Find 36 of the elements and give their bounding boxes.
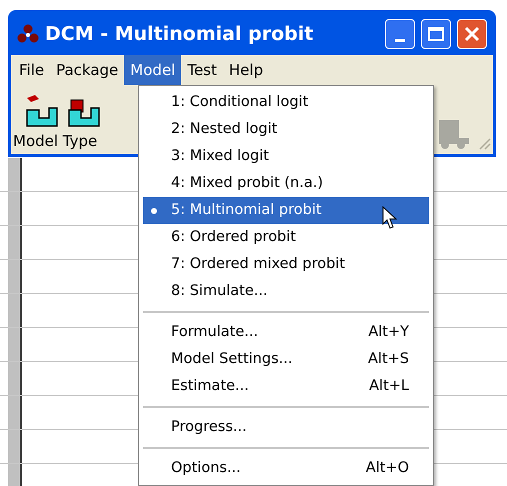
window-title: DCM - Multinomial probit [45, 22, 314, 47]
menu-item[interactable]: Model [124, 55, 182, 85]
row-header[interactable] [8, 226, 22, 259]
dropdown-item[interactable]: 3: Mixed logit [143, 143, 429, 170]
dropdown-item[interactable]: 1: Conditional logit [143, 89, 429, 116]
close-icon [464, 26, 480, 42]
dropdown-item[interactable]: Progress... [143, 414, 429, 441]
row-header[interactable] [8, 430, 22, 463]
row-header[interactable] [8, 260, 22, 293]
menu-item[interactable]: File [13, 55, 50, 85]
row-header[interactable] [8, 192, 22, 225]
row-header[interactable] [8, 294, 22, 327]
menu-item[interactable]: Package [50, 55, 124, 85]
row-header[interactable] [8, 328, 22, 361]
toolbar-label: Model Type [13, 130, 98, 152]
mouse-cursor-icon [382, 206, 398, 230]
row-header[interactable] [8, 396, 22, 429]
dropdown-item[interactable]: 5: Multinomial probit [143, 197, 429, 224]
app-logo-icon [17, 24, 39, 44]
dropdown-item[interactable]: 6: Ordered probit [143, 224, 429, 251]
dropdown-item[interactable]: 2: Nested logit [143, 116, 429, 143]
row-header[interactable] [8, 362, 22, 395]
dropdown-item[interactable]: Formulate... Alt+Y [143, 319, 429, 346]
menu-item[interactable]: Help [222, 55, 270, 85]
minimize-button[interactable] [385, 19, 415, 49]
dropdown-item[interactable]: 8: Simulate... [143, 278, 429, 305]
dropdown-item[interactable]: 7: Ordered mixed probit [143, 251, 429, 278]
dropdown-item[interactable]: Estimate... Alt+L [143, 373, 429, 400]
resize-grip-icon[interactable] [477, 136, 491, 150]
close-button[interactable] [457, 19, 487, 49]
menu-item[interactable]: Test [181, 55, 223, 85]
row-header[interactable] [8, 158, 22, 191]
dropdown-item[interactable]: Model Settings... Alt+S [143, 346, 429, 373]
maximize-button[interactable] [421, 19, 451, 49]
dropdown-item[interactable]: Options... Alt+O [143, 455, 429, 482]
dropdown-item[interactable]: 4: Mixed probit (n.a.) [143, 170, 429, 197]
